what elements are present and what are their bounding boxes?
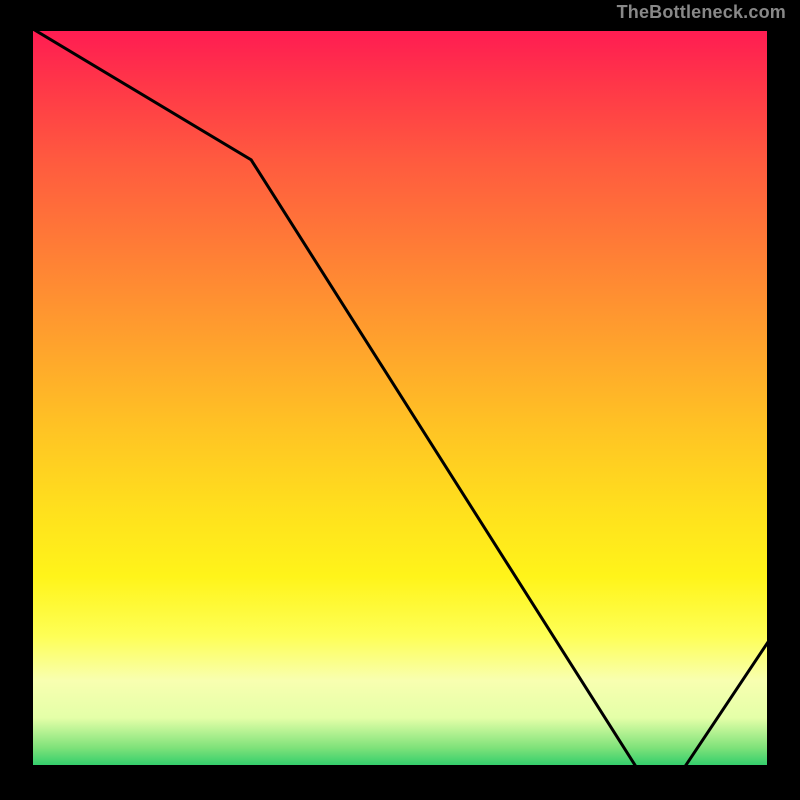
chart-container: TheBottleneck.com	[0, 0, 800, 800]
bottleneck-line	[28, 26, 772, 770]
attribution-label: TheBottleneck.com	[617, 2, 786, 23]
chart-line-layer	[28, 26, 772, 770]
